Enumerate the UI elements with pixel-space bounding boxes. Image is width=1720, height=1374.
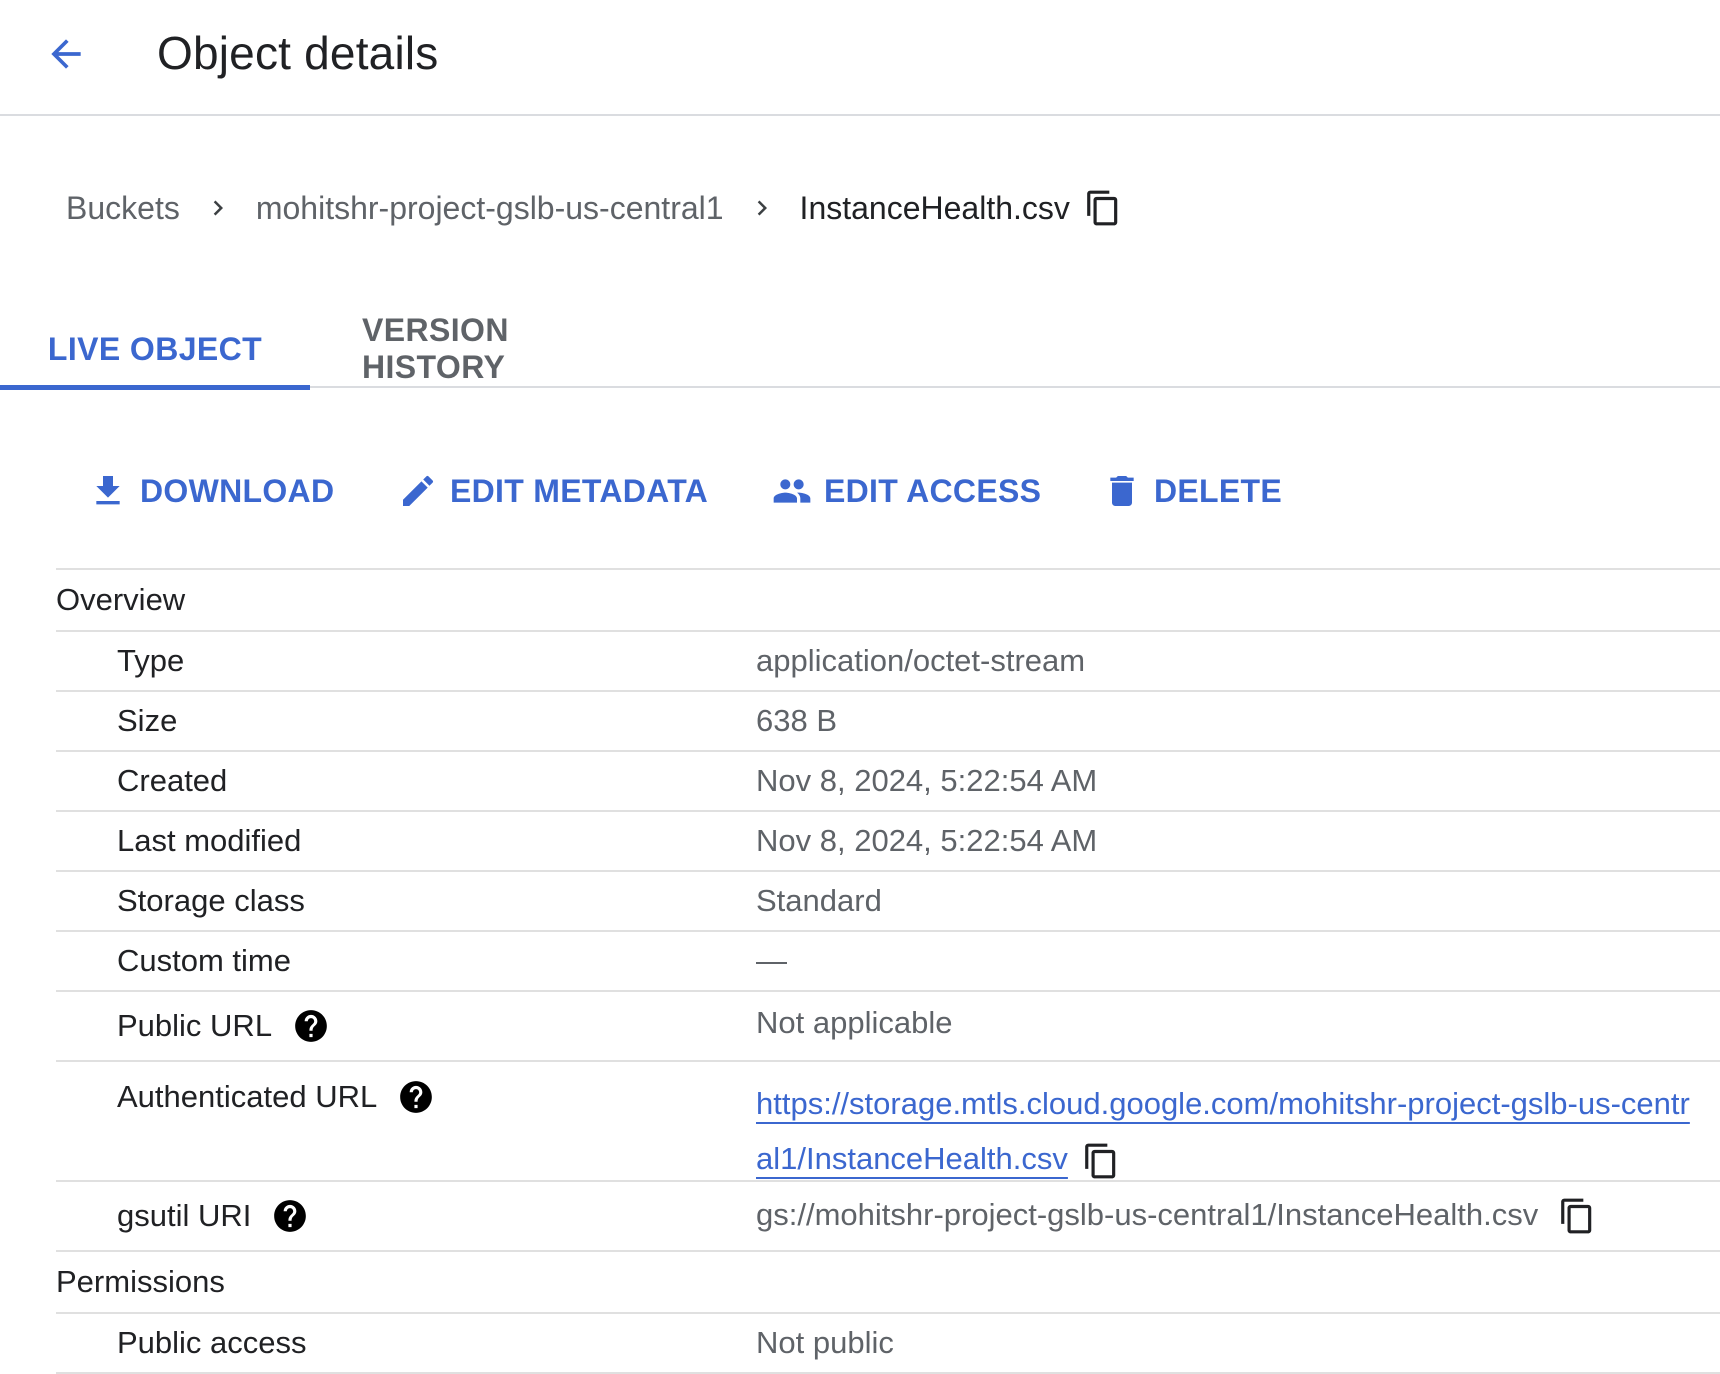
tab-version-history[interactable]: VERSION HISTORY — [362, 310, 652, 388]
row-value: Not applicable — [756, 1005, 953, 1040]
row-label: Custom time — [117, 943, 291, 978]
table-row-authenticated-url: Authenticated URL https://storage.mtls.c… — [56, 1062, 1720, 1182]
row-value: application/octet-stream — [756, 643, 1086, 678]
action-toolbar: DOWNLOAD EDIT METADATA EDIT ACCESS DELET… — [0, 458, 1720, 524]
tab-bar: LIVE OBJECT VERSION HISTORY — [0, 310, 1720, 390]
download-button[interactable]: DOWNLOAD — [88, 458, 334, 524]
copy-icon — [1561, 1198, 1592, 1234]
row-value: Nov 8, 2024, 5:22:54 AM — [756, 823, 1098, 858]
row-value: 638 B — [756, 703, 838, 738]
download-label: DOWNLOAD — [140, 472, 335, 509]
table-row-last-modified: Last modified Nov 8, 2024, 5:22:54 AM — [56, 812, 1720, 872]
breadcrumb-object: InstanceHealth.csv — [799, 189, 1070, 226]
row-value: https://storage.mtls.cloud.google.com/mo… — [756, 1062, 1696, 1186]
section-title-permissions: Permissions — [56, 1264, 225, 1299]
section-permissions: Permissions — [56, 1252, 1720, 1314]
row-label: Authenticated URL — [56, 1062, 756, 1116]
object-details-table: Overview Type application/octet-stream S… — [56, 568, 1720, 1374]
breadcrumb-bucket[interactable]: mohitshr-project-gslb-us-central1 — [256, 190, 724, 227]
row-label: Size — [117, 703, 178, 738]
breadcrumb-buckets[interactable]: Buckets — [66, 190, 180, 227]
row-label: Last modified — [117, 823, 302, 858]
table-row-storage-class: Storage class Standard — [56, 872, 1720, 932]
row-label: Public URL — [56, 1007, 756, 1045]
table-row-custom-time: Custom time — — [56, 932, 1720, 992]
section-overview: Overview — [56, 570, 1720, 632]
help-icon[interactable] — [397, 1078, 435, 1116]
page-title: Object details — [157, 27, 439, 79]
back-button[interactable] — [36, 24, 96, 84]
breadcrumb: Buckets mohitshr-project-gslb-us-central… — [66, 183, 1122, 233]
edit-access-label: EDIT ACCESS — [824, 472, 1042, 509]
row-label: gsutil URI — [56, 1197, 756, 1235]
row-label: Type — [117, 643, 185, 678]
chevron-right-icon — [180, 193, 256, 223]
trash-icon — [1110, 476, 1134, 506]
tab-live-object[interactable]: LIVE OBJECT — [0, 310, 310, 390]
help-icon[interactable] — [292, 1007, 330, 1045]
row-label: Created — [117, 763, 228, 798]
copy-icon — [1085, 1143, 1116, 1179]
arrow-back-icon — [51, 39, 81, 69]
table-row-type: Type application/octet-stream — [56, 632, 1720, 692]
table-row-created: Created Nov 8, 2024, 5:22:54 AM — [56, 752, 1720, 812]
delete-button[interactable]: DELETE — [1102, 458, 1282, 524]
copy-gsutil-uri-button[interactable] — [1558, 1197, 1596, 1235]
edit-access-button[interactable]: EDIT ACCESS — [772, 458, 1041, 524]
pencil-icon — [403, 475, 434, 506]
gsutil-uri-text: gs://mohitshr-project-gslb-us-central1/I… — [756, 1196, 1539, 1232]
row-value: Not public — [756, 1325, 894, 1360]
table-row-gsutil-uri: gsutil URI gs://mohitshr-project-gslb-us… — [56, 1182, 1720, 1252]
copy-authenticated-url-button[interactable] — [1082, 1142, 1120, 1180]
row-value: — — [756, 943, 787, 978]
row-value: Standard — [756, 883, 882, 918]
table-row-size: Size 638 B — [56, 692, 1720, 752]
section-title-overview: Overview — [56, 582, 186, 617]
help-icon[interactable] — [271, 1197, 309, 1235]
copy-icon — [1087, 190, 1118, 226]
table-row-public-access: Public access Not public — [56, 1314, 1720, 1374]
page-header: Object details — [0, 0, 1720, 116]
download-icon — [96, 476, 120, 505]
table-row-public-url: Public URL Not applicable — [56, 992, 1720, 1062]
chevron-right-icon — [724, 193, 800, 223]
edit-metadata-label: EDIT METADATA — [450, 472, 709, 509]
row-value: gs://mohitshr-project-gslb-us-central1/I… — [756, 1197, 1720, 1236]
people-icon — [773, 479, 811, 503]
row-label: Storage class — [117, 883, 305, 918]
edit-metadata-button[interactable]: EDIT METADATA — [398, 458, 708, 524]
row-value: Nov 8, 2024, 5:22:54 AM — [756, 763, 1098, 798]
copy-object-name-button[interactable] — [1084, 189, 1122, 227]
authenticated-url-link[interactable]: https://storage.mtls.cloud.google.com/mo… — [756, 1086, 1690, 1176]
delete-label: DELETE — [1154, 472, 1283, 509]
row-label: Public access — [117, 1325, 307, 1360]
